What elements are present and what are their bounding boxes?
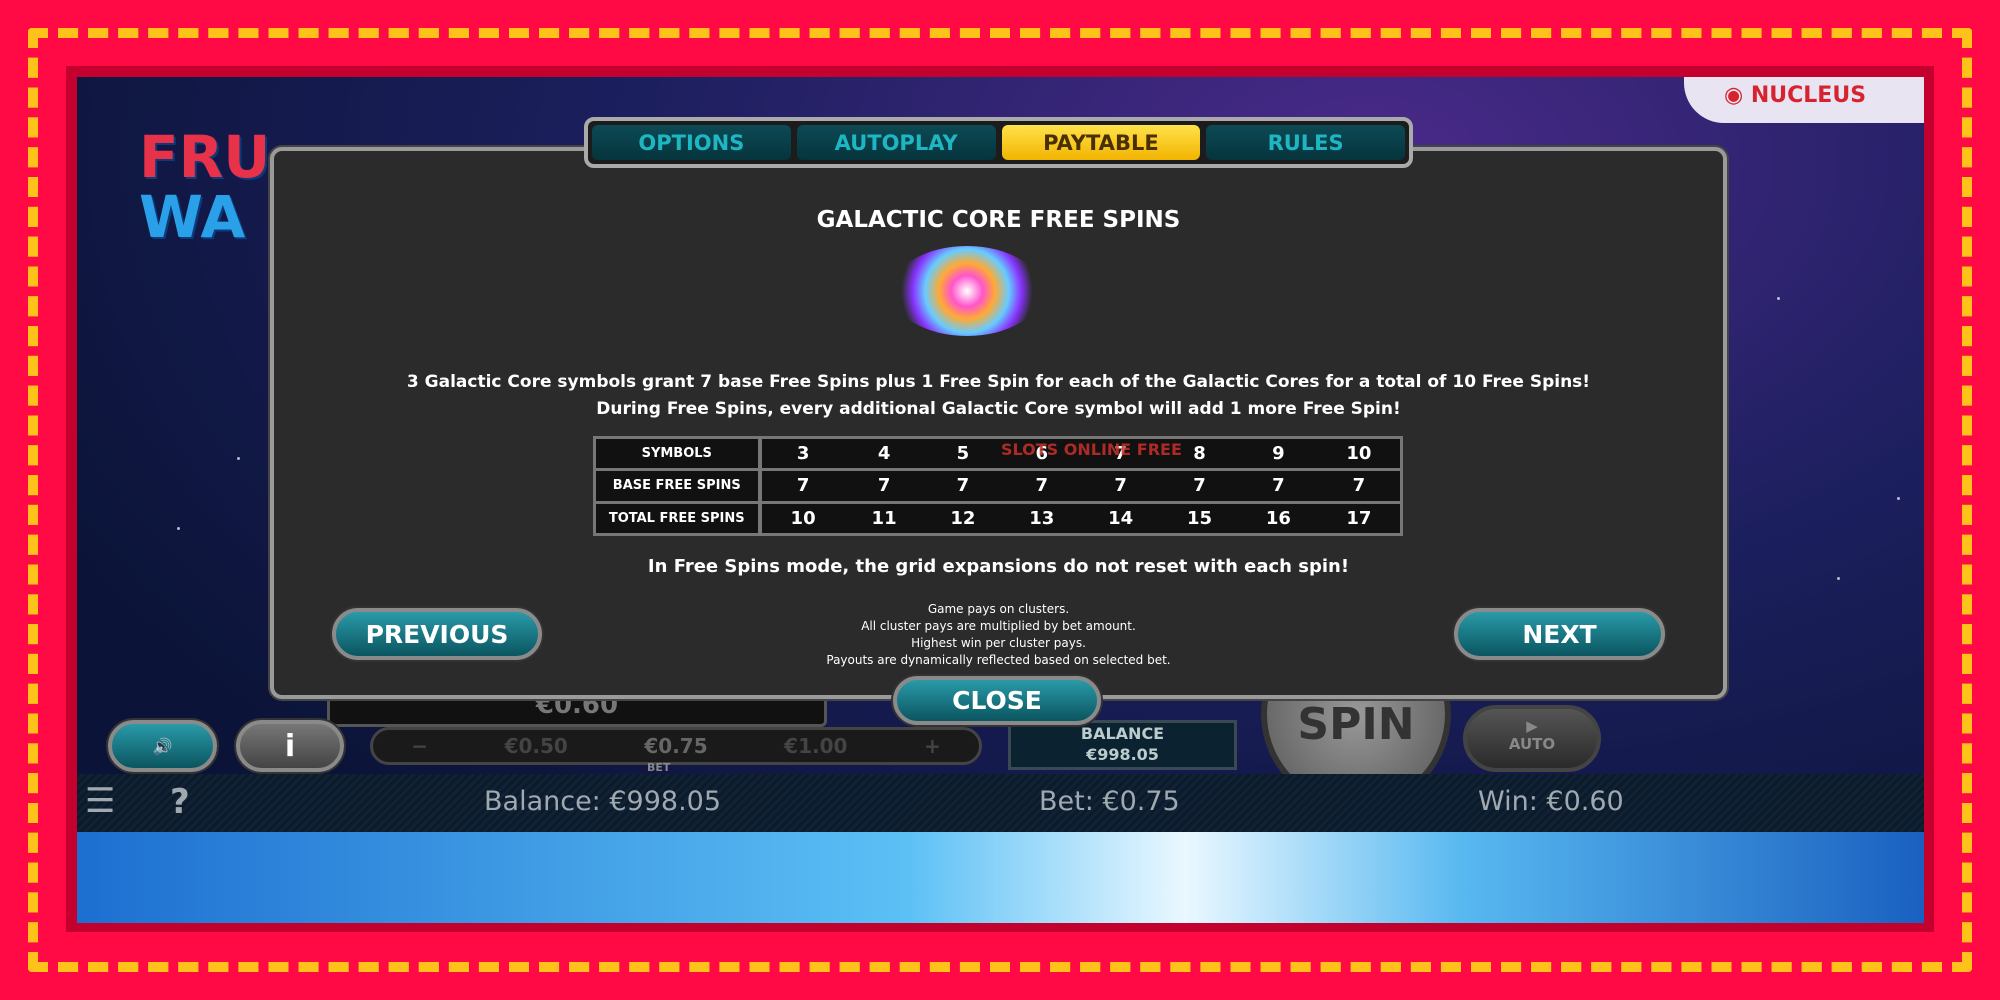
play-icon: ▶ (1526, 717, 1538, 735)
help-icon[interactable]: ? (170, 782, 190, 822)
game-area: FRU WA ◉ NUCLEUS €0.60 🔊 i − €0.50 €0.75 … (77, 77, 1924, 923)
auto-button[interactable]: ▶ AUTO (1463, 705, 1601, 772)
balance-box: BALANCE €998.05 (1008, 720, 1237, 770)
close-button[interactable]: CLOSE (893, 676, 1101, 725)
sound-button[interactable]: 🔊 (108, 720, 217, 772)
earth-background (77, 832, 1924, 923)
tab-rules[interactable]: RULES (1206, 125, 1405, 160)
paytable-panel: GALACTIC CORE FREE SPINS 3 Galactic Core… (270, 147, 1727, 699)
tab-options[interactable]: OPTIONS (592, 125, 791, 160)
free-spins-table: SYMBOLS 3 4 5 6 7 8 9 10 BASE FREE SPINS 7 7 7 7 7 7 7 7… (593, 435, 1403, 537)
balance-readout: Balance: €998.05 (484, 786, 722, 817)
next-button[interactable]: NEXT (1454, 608, 1665, 660)
table-row: SYMBOLS 3 4 5 6 7 8 9 10 (594, 435, 1402, 472)
info-icon: i (284, 728, 296, 764)
watermark: SLOTS ONLINE FREE (1001, 440, 1182, 459)
table-row: BASE FREE SPINS 7 7 7 7 7 7 7 7 (594, 468, 1402, 504)
tab-autoplay[interactable]: AUTOPLAY (796, 125, 996, 160)
bet-selector[interactable]: − €0.50 €0.75 €1.00 + (370, 727, 982, 765)
paytable-title: GALACTIC CORE FREE SPINS (816, 207, 1181, 233)
bet-decrease-icon[interactable]: − (411, 734, 428, 758)
bet-increase-icon[interactable]: + (924, 734, 941, 758)
win-readout: Win: €0.60 (1478, 786, 1624, 817)
table-row: TOTAL FREE SPINS 10 11 12 13 14 15 16 17 (594, 500, 1402, 537)
bet-readout: Bet: €0.75 (1039, 786, 1180, 817)
galactic-core-symbol-icon (892, 246, 1042, 336)
status-bar: ☰ ? Balance: €998.05 Bet: €0.75 Win: €0.… (77, 774, 1924, 832)
menu-tabs: OPTIONS AUTOPLAY PAYTABLE RULES (584, 117, 1413, 168)
provider-logo: ◉ NUCLEUS (1684, 77, 1924, 123)
speaker-icon: 🔊 (152, 736, 173, 756)
menu-icon[interactable]: ☰ (85, 784, 115, 818)
info-button[interactable]: i (236, 720, 344, 772)
previous-button[interactable]: PREVIOUS (332, 608, 542, 660)
tab-paytable[interactable]: PAYTABLE (1001, 125, 1201, 160)
